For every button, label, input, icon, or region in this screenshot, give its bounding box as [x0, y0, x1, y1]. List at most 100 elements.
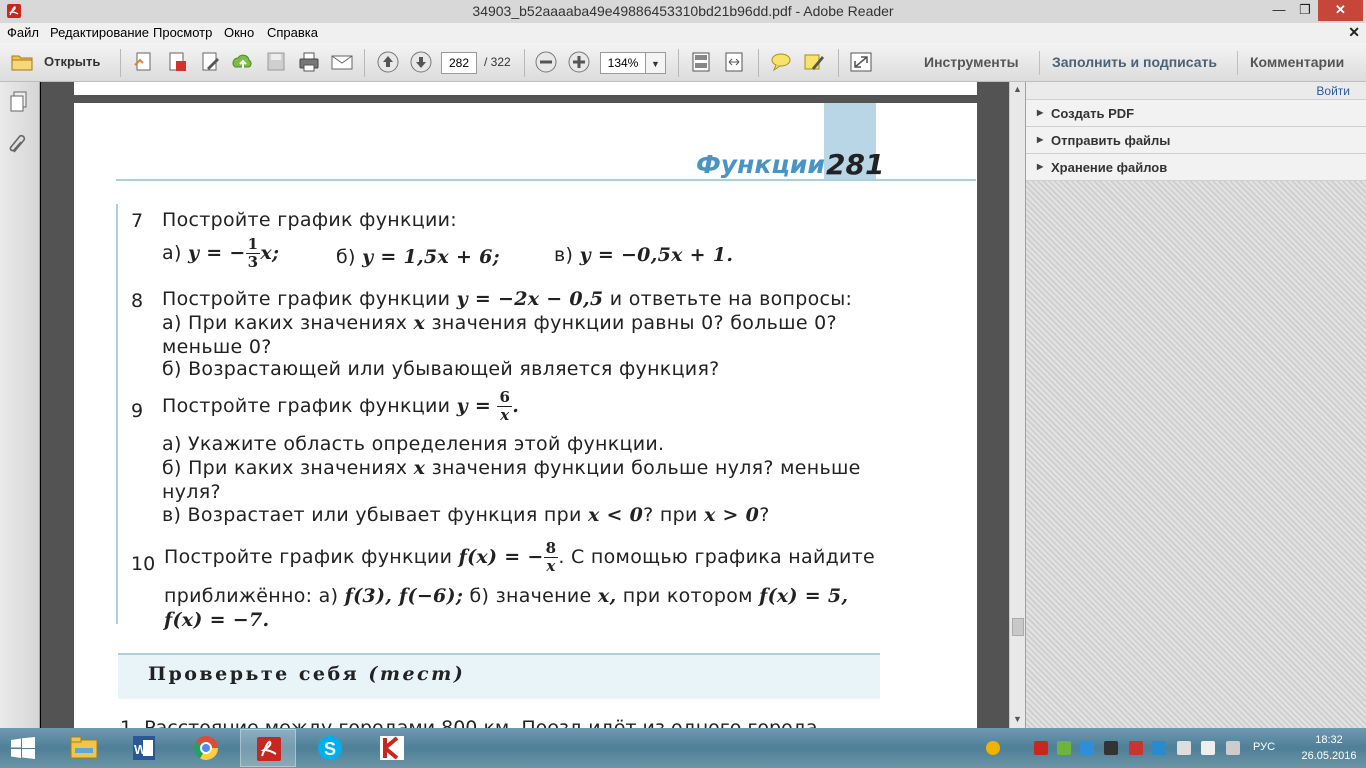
problem-line: в) y = −0,5x + 1.	[554, 244, 734, 266]
problem-line: б) y = 1,5x + 6;	[336, 246, 500, 268]
taskbar: W S РУС 18:32 26.05.2016	[0, 728, 1366, 768]
previous-page-edge	[74, 82, 977, 95]
comments-tab[interactable]: Комментарии	[1250, 54, 1344, 70]
problem-line: б) Возрастающей или убывающей является ф…	[162, 358, 720, 380]
tools-tab[interactable]: Инструменты	[924, 54, 1019, 70]
page-total: / 322	[484, 55, 511, 69]
clock-date[interactable]: 26.05.2016	[1300, 750, 1358, 762]
action-center-icon[interactable]	[1177, 741, 1191, 755]
menu-window[interactable]: Окно	[224, 25, 254, 40]
expand-triangle-icon: ▶	[1037, 108, 1044, 117]
fullscreen-icon[interactable]	[848, 50, 874, 74]
problem-line: приближённо: а) f(3), f(−6); б) значение…	[164, 585, 849, 607]
battery-icon[interactable]	[1201, 741, 1215, 755]
close-button[interactable]: ✕	[1318, 0, 1363, 21]
title-bar: 34903_b52aaaaba49e49886453310bd21b96dd.p…	[0, 0, 1366, 23]
email-icon[interactable]	[329, 50, 355, 74]
problem-line: б) При каких значениях x значения функци…	[162, 457, 861, 479]
next-page-icon[interactable]	[408, 50, 434, 74]
document-view[interactable]: Функции 281 7 Постройте график функции: …	[41, 82, 1009, 728]
page-number-input[interactable]: 282	[441, 52, 477, 74]
taskbar-skype[interactable]: S	[302, 729, 358, 767]
page-number-label: 281	[826, 148, 885, 181]
close-document-icon[interactable]: ✕	[1348, 24, 1360, 41]
page-header-title: Функции	[696, 150, 825, 179]
zoom-level-input[interactable]: 134%	[600, 52, 646, 74]
test-section-title: Проверьте себя (тест)	[148, 663, 466, 685]
menu-bar: Файл Редактирование Просмотр Окно Справк…	[0, 23, 1366, 43]
kaspersky-icon	[380, 736, 404, 760]
bluetooth-icon[interactable]	[1152, 741, 1166, 755]
language-indicator[interactable]: РУС	[1253, 741, 1275, 753]
minimize-button[interactable]: —	[1266, 0, 1292, 21]
folder-icon	[11, 55, 33, 71]
menu-file[interactable]: Файл	[7, 25, 39, 40]
convert-pdf-icon[interactable]	[164, 50, 190, 74]
network-tray-icon[interactable]	[1080, 741, 1094, 755]
folder-icon	[70, 736, 98, 759]
attachments-icon[interactable]	[8, 132, 30, 156]
clock-time[interactable]: 18:32	[1306, 734, 1352, 746]
print-icon[interactable]	[296, 50, 322, 74]
zoom-in-icon[interactable]	[566, 50, 592, 74]
pane-background	[1026, 181, 1366, 728]
problem-line: меньше 0?	[162, 336, 272, 358]
taskbar-adobe-reader[interactable]	[240, 729, 296, 767]
problem-line: а) При каких значениях x значения функци…	[162, 312, 837, 334]
problem-line: а) y = −1 3 x;	[162, 235, 280, 271]
scroll-down-icon[interactable]: ▼	[1013, 714, 1022, 724]
chrome-icon	[193, 736, 218, 761]
save-icon[interactable]	[263, 50, 289, 74]
toolbar: Открыть 282 / 322 134% ▼ Инструменты Зап…	[0, 43, 1366, 82]
menu-view[interactable]: Просмотр	[153, 25, 212, 40]
notification-icon[interactable]	[986, 741, 1000, 755]
zoom-out-icon[interactable]	[533, 50, 559, 74]
vertical-scrollbar[interactable]: ▲ ▼	[1009, 82, 1025, 728]
taskbar-explorer[interactable]	[56, 729, 112, 767]
upload-icon[interactable]	[230, 50, 256, 74]
volume-icon[interactable]	[1226, 741, 1240, 755]
login-link[interactable]: Войти	[1316, 84, 1350, 98]
pdf-page: Функции 281 7 Постройте график функции: …	[74, 103, 977, 728]
svg-text:S: S	[324, 739, 336, 759]
menu-edit[interactable]: Редактирование	[50, 25, 149, 40]
adobe-reader-icon	[257, 737, 281, 761]
display-tray-icon[interactable]	[1104, 741, 1118, 755]
scroll-up-icon[interactable]: ▲	[1013, 84, 1022, 94]
problem-text: Постройте график функции y = −2x − 0,5 и…	[162, 288, 853, 310]
edit-pdf-icon[interactable]	[197, 50, 223, 74]
scroll-thumb[interactable]	[1012, 618, 1024, 636]
problem-number: 10	[131, 553, 156, 575]
fit-page-icon[interactable]	[688, 50, 714, 74]
menu-help[interactable]: Справка	[267, 25, 318, 40]
expand-triangle-icon: ▶	[1037, 162, 1044, 171]
problem-line: 1. Расстояние между городами 800 км. Пое…	[120, 717, 818, 728]
create-pdf-icon[interactable]	[131, 50, 157, 74]
security-tray-icon[interactable]	[1057, 741, 1071, 755]
window-title: 34903_b52aaaaba49e49886453310bd21b96dd.p…	[472, 3, 894, 19]
fit-width-icon[interactable]	[721, 50, 747, 74]
taskbar-chrome[interactable]	[178, 729, 234, 767]
problem-number: 8	[131, 290, 144, 312]
fill-sign-tab[interactable]: Заполнить и подписать	[1052, 54, 1217, 70]
create-pdf-panel[interactable]: ▶ Создать PDF	[1026, 100, 1366, 127]
problem-line: в) Возрастает или убывает функция при x …	[162, 504, 770, 526]
zoom-dropdown-icon[interactable]: ▼	[646, 52, 666, 74]
store-files-panel[interactable]: ▶ Хранение файлов	[1026, 154, 1366, 181]
maximize-button[interactable]: ❐	[1292, 0, 1318, 21]
open-button[interactable]: Открыть	[8, 50, 108, 74]
pages-icon[interactable]	[8, 90, 30, 114]
previous-page-icon[interactable]	[375, 50, 401, 74]
kaspersky-tray-icon[interactable]	[1034, 741, 1048, 755]
windows-start-icon[interactable]	[10, 737, 36, 759]
taskbar-kaspersky[interactable]	[364, 729, 420, 767]
highlight-icon[interactable]	[801, 50, 827, 74]
comment-icon[interactable]	[768, 50, 794, 74]
taskbar-word[interactable]: W	[116, 729, 172, 767]
problem-text: Постройте график функции y = 6x.	[162, 388, 520, 424]
tools-pane: Войти ▶ Создать PDF ▶ Отправить файлы ▶ …	[1025, 82, 1366, 728]
problem-line: нуля?	[162, 481, 221, 503]
send-files-panel[interactable]: ▶ Отправить файлы	[1026, 127, 1366, 154]
problem-number: 7	[131, 210, 144, 232]
sound-muted-icon[interactable]	[1129, 741, 1143, 755]
